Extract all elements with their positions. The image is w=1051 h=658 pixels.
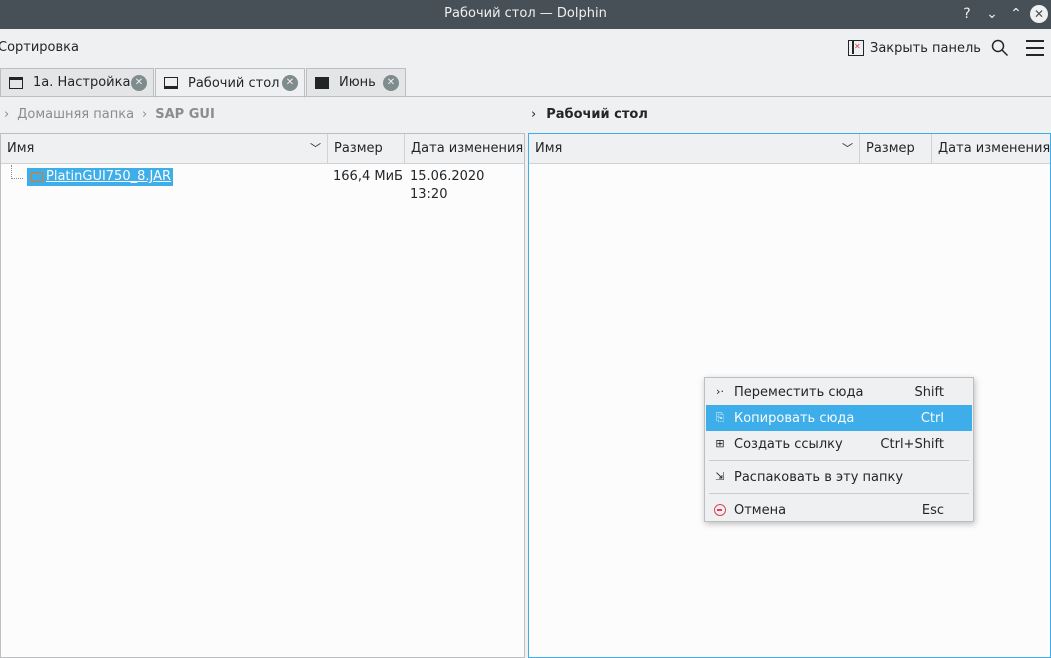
search-icon[interactable]: [991, 39, 1009, 57]
menu-item-shortcut: Ctrl+Shift: [880, 436, 944, 452]
tab-rabochiy-stol[interactable]: Рабочий стол ✕: [155, 68, 305, 98]
title-bar: Рабочий стол — Dolphin ? ⌄ ⌃ ✕: [0, 0, 1051, 29]
column-name[interactable]: Имя ﹀: [529, 134, 860, 164]
hamburger-menu-icon[interactable]: [1026, 40, 1044, 56]
menu-item-label: Создать ссылку: [734, 436, 843, 452]
menu-item-extract[interactable]: ⇲ Распаковать в эту папку: [706, 464, 972, 490]
help-button[interactable]: ?: [958, 5, 976, 23]
menu-item-label: Отмена: [734, 502, 787, 518]
link-icon: ⊞: [715, 437, 725, 450]
breadcrumb-desktop[interactable]: Рабочий стол: [546, 107, 648, 122]
menu-item-move[interactable]: ›· Переместить сюда Shift: [706, 379, 972, 405]
menu-item-shortcut: Esc: [921, 502, 944, 518]
menu-item-cancel[interactable]: Отмена Esc: [706, 497, 972, 523]
tab-label: Рабочий стол: [188, 75, 280, 91]
column-name[interactable]: Имя ﹀: [1, 134, 328, 164]
close-panel-button[interactable]: Закрыть панель: [848, 39, 981, 57]
left-file-panel[interactable]: Имя ﹀ Размер Дата изменения PlatinGUI750…: [0, 133, 525, 658]
drive-icon: [315, 76, 329, 89]
column-size[interactable]: Размер: [328, 134, 405, 164]
menu-separator: [709, 460, 969, 461]
column-date[interactable]: Дата изменения: [405, 134, 525, 164]
window-title: Рабочий стол — Dolphin: [444, 6, 607, 21]
cancel-icon: [714, 504, 726, 516]
drop-context-menu: ›· Переместить сюда Shift ⎘ Копировать с…: [704, 377, 974, 522]
file-name-cell[interactable]: PlatinGUI750_8.JAR: [27, 168, 174, 186]
close-panel-label: Закрыть панель: [870, 40, 981, 56]
tree-line: [11, 165, 23, 179]
desktop-icon: [164, 77, 178, 89]
tab-close-icon[interactable]: ✕: [282, 75, 298, 91]
column-size[interactable]: Размер: [860, 134, 932, 164]
chevron-down-icon: ﹀: [842, 142, 853, 155]
menu-item-label: Копировать сюда: [734, 410, 855, 426]
tab-label: 1а. Настройка: [33, 75, 131, 90]
maximize-button[interactable]: ⌃: [1007, 5, 1025, 23]
table-row[interactable]: PlatinGUI750_8.JAR 166,4 МиБ 15.06.2020 …: [1, 165, 524, 202]
menu-item-copy[interactable]: ⎘ Копировать сюда Ctrl: [706, 405, 972, 431]
tab-divider: [0, 96, 1051, 97]
tab-close-icon[interactable]: ✕: [383, 74, 399, 91]
tab-close-icon[interactable]: ✕: [131, 74, 147, 91]
menu-item-shortcut: Ctrl: [920, 410, 944, 426]
menu-item-link[interactable]: ⊞ Создать ссылку Ctrl+Shift: [706, 431, 972, 457]
breadcrumb-left: › Домашняя папка › SAP GUI: [4, 107, 215, 122]
jar-file-icon: [31, 172, 43, 182]
menu-item-label: Распаковать в эту папку: [734, 469, 904, 485]
file-modified: 15.06.2020 13:20: [410, 169, 485, 202]
menu-item-shortcut: Shift: [914, 384, 944, 400]
extract-icon: ⇲: [715, 470, 725, 483]
tab-label: Июнь: [339, 75, 376, 90]
chevron-right-icon: ›: [4, 107, 10, 122]
chevron-down-icon: ﹀: [310, 142, 321, 155]
column-header: Имя ﹀ Размер Дата изменения: [529, 134, 1050, 164]
move-icon: ›·: [716, 385, 724, 398]
tab-bar: 1а. Настройка ✕ Рабочий стол ✕ Июнь ✕: [0, 67, 1051, 98]
close-window-button[interactable]: ✕: [1030, 5, 1048, 23]
file-name: PlatinGUI750_8.JAR: [46, 169, 172, 184]
minimize-button[interactable]: ⌄: [983, 5, 1001, 23]
tab-iyun[interactable]: Июнь ✕: [306, 68, 406, 97]
column-header: Имя ﹀ Размер Дата изменения: [1, 134, 524, 164]
sort-button[interactable]: Сортировка: [0, 40, 79, 55]
breadcrumb-sap-gui[interactable]: SAP GUI: [155, 107, 215, 122]
main-toolbar: Сортировка Закрыть панель: [0, 29, 1051, 67]
chevron-right-icon: ›: [531, 107, 537, 122]
breadcrumb-right: › Рабочий стол: [531, 107, 648, 122]
breadcrumb-home[interactable]: Домашняя папка: [17, 107, 134, 122]
column-name-label: Имя: [7, 141, 35, 156]
tab-nastroyka[interactable]: 1а. Настройка ✕: [0, 68, 154, 97]
close-panel-icon: [848, 40, 864, 56]
menu-item-label: Переместить сюда: [734, 384, 864, 400]
column-date[interactable]: Дата изменения: [932, 134, 1051, 164]
menu-separator: [709, 493, 969, 494]
folder-icon: [9, 76, 23, 89]
column-name-label: Имя: [535, 141, 563, 156]
chevron-right-icon: ›: [142, 107, 148, 122]
copy-icon: ⎘: [715, 411, 725, 424]
file-size: 166,4 МиБ: [333, 169, 403, 184]
